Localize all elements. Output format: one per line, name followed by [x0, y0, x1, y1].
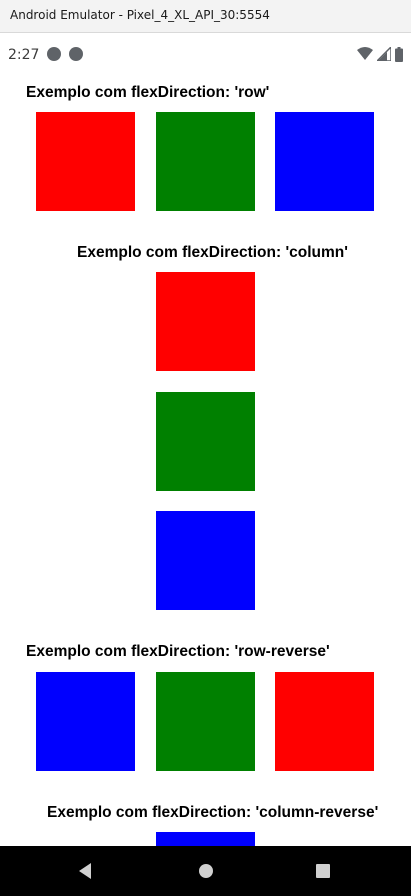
red-box	[36, 112, 135, 211]
scroll-content[interactable]: Exemplo com flexDirection: 'row' Exemplo…	[0, 77, 411, 846]
battery-icon	[395, 46, 403, 62]
signal-icon	[377, 47, 391, 61]
green-box	[156, 392, 255, 491]
navigation-bar	[0, 846, 411, 896]
section-heading: Exemplo com flexDirection: 'row-reverse'	[26, 643, 330, 660]
red-box	[156, 272, 255, 371]
blue-box	[156, 511, 255, 610]
blue-box	[36, 672, 135, 771]
window-title: Android Emulator - Pixel_4_XL_API_30:555…	[10, 8, 270, 22]
back-button[interactable]	[76, 861, 96, 881]
recents-button[interactable]	[313, 861, 333, 881]
recents-icon	[316, 864, 330, 878]
blue-box	[156, 832, 255, 846]
home-icon	[199, 864, 213, 878]
section-heading: Exemplo com flexDirection: 'column'	[77, 244, 348, 261]
green-box	[156, 112, 255, 211]
blue-box	[275, 112, 374, 211]
wifi-icon	[357, 47, 373, 60]
react-icon	[69, 47, 83, 61]
expo-icon	[47, 47, 61, 61]
section-heading: Exemplo com flexDirection: 'column-rever…	[47, 804, 379, 821]
window-titlebar: Android Emulator - Pixel_4_XL_API_30:555…	[0, 0, 411, 33]
status-icons	[357, 46, 403, 62]
home-button[interactable]	[196, 861, 216, 881]
red-box	[275, 672, 374, 771]
status-bar: 2:27	[0, 33, 411, 77]
status-time: 2:27	[8, 47, 40, 63]
green-box	[156, 672, 255, 771]
back-icon	[79, 863, 91, 879]
section-heading: Exemplo com flexDirection: 'row'	[26, 84, 270, 101]
